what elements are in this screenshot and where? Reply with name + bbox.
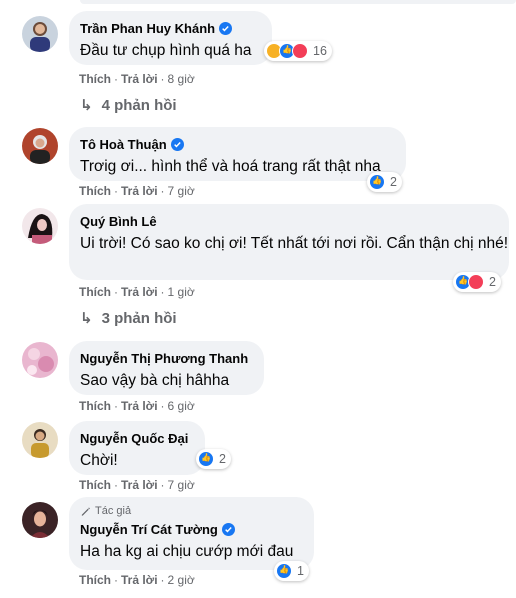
comment-time[interactable]: 7 giờ — [168, 478, 195, 492]
view-replies-link[interactable]: ↳ 3 phản hồi — [80, 309, 177, 328]
comment-actions: Thích · Trả lời · 7 giờ — [79, 478, 195, 492]
comment-time[interactable]: 8 giờ — [168, 72, 195, 86]
comment-text: Trơig ơi... hình thể và hoá trang rất th… — [80, 158, 381, 175]
reply-arrow-icon: ↳ — [80, 310, 93, 327]
reply-link[interactable]: Trả lời — [121, 72, 158, 86]
comment-actions: Thích · Trả lời · 2 giờ — [79, 573, 195, 587]
comment-author[interactable]: Tô Hoà Thuận — [80, 137, 167, 152]
comment-text: Đầu tư chụp hình quá ha — [80, 42, 252, 59]
like-link[interactable]: Thích — [79, 478, 111, 492]
view-replies-link[interactable]: ↳ 4 phản hồi — [80, 96, 177, 115]
comment-bubble: Nguyễn Thị Phương Thanh Sao vậy bà chị h… — [69, 341, 264, 395]
comment-bubble: Nguyễn Quốc Đại Chời! — [69, 421, 205, 475]
like-link[interactable]: Thích — [79, 72, 111, 86]
reply-link[interactable]: Trả lời — [121, 478, 158, 492]
top-divider — [0, 0, 516, 6]
reply-link[interactable]: Trả lời — [121, 184, 158, 198]
reply-link[interactable]: Trả lời — [121, 285, 158, 299]
avatar[interactable] — [22, 422, 58, 458]
avatar[interactable] — [22, 502, 58, 538]
verified-icon — [219, 21, 233, 35]
comment-time[interactable]: 1 giờ — [168, 285, 195, 299]
pencil-icon — [81, 507, 90, 516]
comment-text: Ha ha kg ai chịu cướp mới đau — [80, 543, 294, 560]
reaction-count: 1 — [297, 564, 304, 578]
reaction-count: 2 — [390, 175, 397, 189]
verified-icon — [221, 522, 235, 536]
reaction-count: 2 — [489, 275, 496, 289]
comment-actions: Thích · Trả lời · 8 giờ — [79, 72, 195, 86]
comment-actions: Thích · Trả lời · 7 giờ — [79, 184, 195, 198]
reply-link[interactable]: Trả lời — [121, 573, 158, 587]
avatar[interactable] — [22, 128, 58, 164]
like-icon — [198, 451, 214, 467]
like-link[interactable]: Thích — [79, 573, 111, 587]
comment-author[interactable]: Nguyễn Thị Phương Thanh — [80, 351, 248, 366]
avatar[interactable] — [22, 208, 58, 244]
reaction-summary[interactable]: 1 — [274, 561, 309, 581]
comment-bubble: Tô Hoà Thuận Trơig ơi... hình thể và hoá… — [69, 127, 406, 181]
comment-time[interactable]: 7 giờ — [168, 184, 195, 198]
like-icon — [369, 174, 385, 190]
comment-author[interactable]: Nguyễn Trí Cát Tường — [80, 522, 218, 537]
comment-text: Ui trời! Có sao ko chị ơi! Tết nhất tới … — [80, 235, 509, 252]
reaction-count: 2 — [219, 452, 226, 466]
like-link[interactable]: Thích — [79, 285, 111, 299]
like-icon — [276, 563, 292, 579]
comment-bubble: Trần Phan Huy Khánh Đầu tư chụp hình quá… — [69, 11, 272, 65]
reply-link[interactable]: Trả lời — [121, 399, 158, 413]
comment-time[interactable]: 2 giờ — [168, 573, 195, 587]
reaction-summary[interactable]: 2 — [367, 172, 402, 192]
reaction-summary[interactable]: 16 — [264, 41, 332, 61]
love-icon — [292, 43, 308, 59]
comment-text: Sao vậy bà chị hâhha — [80, 372, 230, 389]
verified-icon — [170, 137, 184, 151]
reply-arrow-icon: ↳ — [80, 97, 93, 114]
comment-actions: Thích · Trả lời · 1 giờ — [79, 285, 195, 299]
avatar[interactable] — [22, 342, 58, 378]
comment-bubble: Quý Bình Lê Ui trời! Có sao ko chị ơi! T… — [69, 204, 509, 280]
like-link[interactable]: Thích — [79, 399, 111, 413]
replies-count: 4 phản hồi — [101, 96, 177, 114]
replies-count: 3 phản hồi — [101, 309, 177, 327]
comment-time[interactable]: 6 giờ — [168, 399, 195, 413]
comment-author[interactable]: Nguyễn Quốc Đại — [80, 431, 188, 446]
reaction-summary[interactable]: 2 — [196, 449, 231, 469]
love-icon — [468, 274, 484, 290]
comment-text: Chời! — [80, 452, 118, 469]
comment-author[interactable]: Quý Bình Lê — [80, 214, 157, 229]
reaction-count: 16 — [313, 44, 327, 58]
comment-actions: Thích · Trả lời · 6 giờ — [79, 399, 195, 413]
reaction-summary[interactable]: 2 — [453, 272, 501, 292]
author-badge: Tác giả — [80, 504, 302, 518]
comment-author[interactable]: Trần Phan Huy Khánh — [80, 21, 215, 36]
comment-bubble: Tác giả Nguyễn Trí Cát Tường Ha ha kg ai… — [69, 497, 314, 570]
avatar[interactable] — [22, 16, 58, 52]
like-link[interactable]: Thích — [79, 184, 111, 198]
author-badge-label: Tác giả — [95, 505, 132, 517]
